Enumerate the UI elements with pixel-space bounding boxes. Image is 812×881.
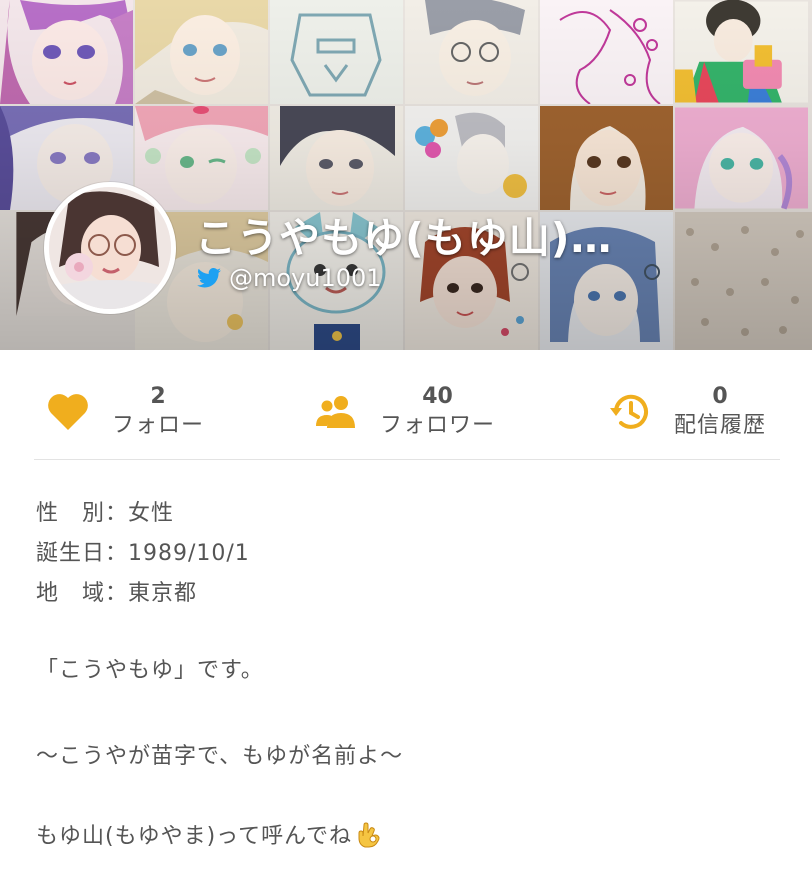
history-label: 配信履歴	[674, 413, 767, 438]
birthday-row: 誕生日：1989/10/1	[36, 541, 250, 566]
history-stat[interactable]: 0 配信履歴	[608, 374, 766, 450]
history-count: 0	[712, 384, 728, 409]
bio-line: 「こうやもゆ」です。	[36, 658, 264, 683]
people-icon	[314, 390, 358, 434]
heart-icon	[46, 390, 90, 434]
region-row: 地 域：東京都	[36, 581, 198, 606]
ok-hand-emoji-icon	[358, 822, 380, 848]
followers-stat[interactable]: 40 フォロワー	[314, 374, 495, 450]
twitter-handle[interactable]: @moyu1001	[197, 262, 382, 294]
bio-line-3: もゆ山(もゆやま)って呼んでね	[36, 818, 382, 850]
twitter-bird-icon	[197, 268, 221, 288]
handle-text: @moyu1001	[229, 264, 382, 292]
gender-row: 性 別：女性	[36, 501, 175, 526]
following-label: フォロー	[112, 413, 205, 438]
following-count: 2	[150, 384, 166, 409]
avatar[interactable]	[44, 182, 176, 314]
history-clock-icon	[608, 390, 652, 434]
bio-line: もゆ山(もゆやま)って呼んでね	[36, 824, 352, 849]
profile-info: 性 別：女性 誕生日：1989/10/1 地 域：東京都	[36, 494, 250, 614]
following-stat[interactable]: 2 フォロー	[46, 374, 204, 450]
followers-count: 40	[422, 384, 453, 409]
profile-header: こうやもゆ(もゆ山)… @moyu1001	[0, 0, 812, 350]
bio-line: 〜こうやが苗字で、もゆが名前よ〜	[36, 744, 404, 769]
followers-label: フォロワー	[380, 413, 496, 438]
stats-bar: 2 フォロー 40 フォロワー 0 配信履歴	[34, 360, 780, 460]
profile-name: こうやもゆ(もゆ山)…	[195, 214, 613, 262]
